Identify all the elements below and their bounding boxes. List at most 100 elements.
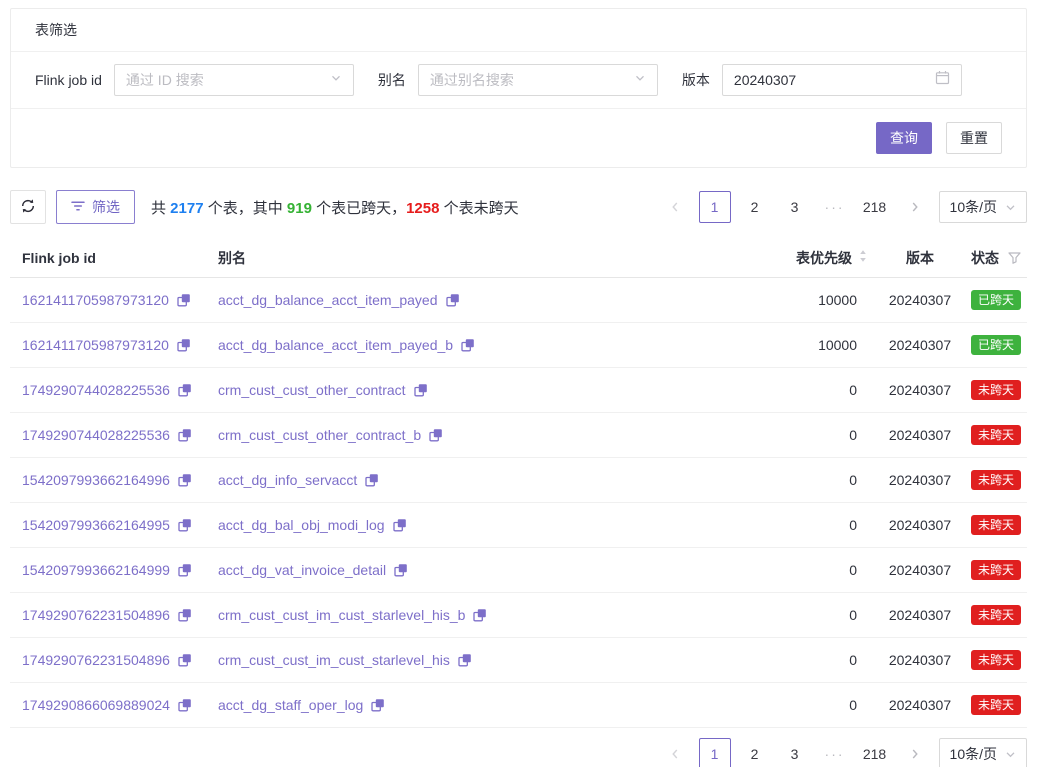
status-header-label: 状态 <box>971 248 999 268</box>
page-button-3[interactable]: 3 <box>779 191 811 223</box>
query-button[interactable]: 查询 <box>876 122 932 154</box>
alias-label: 别名 <box>378 70 406 90</box>
status-badge: 未跨天 <box>971 425 1021 445</box>
flink-job-id-link[interactable]: 1749290744028225536 <box>22 427 170 443</box>
copy-icon[interactable] <box>178 428 192 442</box>
copy-icon[interactable] <box>394 563 408 577</box>
flink-job-id-link[interactable]: 1621411705987973120 <box>22 292 169 308</box>
flink-job-id-label: Flink job id <box>35 72 102 88</box>
sorter-icon[interactable] <box>858 249 868 266</box>
alias-link[interactable]: crm_cust_cust_im_cust_starlevel_his_b <box>218 607 465 623</box>
copy-icon[interactable] <box>178 653 192 667</box>
flink-job-id-link[interactable]: 1749290744028225536 <box>22 382 170 398</box>
version-value: 20240307 <box>875 517 965 533</box>
version-value: 20240307 <box>875 697 965 713</box>
copy-icon[interactable] <box>371 698 385 712</box>
copy-icon[interactable] <box>414 383 428 397</box>
flink-job-id-link[interactable]: 1621411705987973120 <box>22 337 169 353</box>
page-button-218[interactable]: 218 <box>859 738 891 767</box>
next-page-button[interactable] <box>899 191 931 223</box>
flink-job-id-link[interactable]: 1542097993662164995 <box>22 517 170 533</box>
status-badge: 已跨天 <box>971 335 1021 355</box>
priority-value: 10000 <box>705 292 875 308</box>
flink-job-id-link[interactable]: 1542097993662164999 <box>22 562 170 578</box>
copy-icon[interactable] <box>177 338 191 352</box>
chevron-down-icon <box>634 71 646 89</box>
page-size-value: 10条/页 <box>950 197 997 217</box>
filter-toggle-button[interactable]: 筛选 <box>56 190 135 224</box>
table-row: 1749290744028225536 crm_cust_cust_other_… <box>10 413 1027 458</box>
status-badge: 未跨天 <box>971 695 1021 715</box>
column-header-version: 版本 <box>875 248 965 268</box>
table-row: 1542097993662164999 acct_dg_vat_invoice_… <box>10 548 1027 593</box>
status-badge: 未跨天 <box>971 515 1021 535</box>
copy-icon[interactable] <box>178 608 192 622</box>
copy-icon[interactable] <box>461 338 475 352</box>
copy-icon[interactable] <box>178 518 192 532</box>
page-button-1[interactable]: 1 <box>699 191 731 223</box>
alias-link[interactable]: acct_dg_balance_acct_item_payed <box>218 292 438 308</box>
copy-icon[interactable] <box>446 293 460 307</box>
version-date-input[interactable]: 20240307 <box>722 64 962 96</box>
copy-icon[interactable] <box>429 428 443 442</box>
prev-page-button[interactable] <box>659 738 691 767</box>
priority-value: 0 <box>705 562 875 578</box>
priority-value: 0 <box>705 517 875 533</box>
next-page-button[interactable] <box>899 738 931 767</box>
toolbar: 筛选 共 2177 个表，其中 919 个表已跨天，1258 个表未跨天 123… <box>10 190 1027 224</box>
copy-icon[interactable] <box>458 653 472 667</box>
page-button-218[interactable]: 218 <box>859 191 891 223</box>
copy-icon[interactable] <box>177 293 191 307</box>
summary-suffix: 个表未跨天 <box>439 200 518 217</box>
copy-icon[interactable] <box>178 698 192 712</box>
page-button-2[interactable]: 2 <box>739 191 771 223</box>
pagination-bottom: 123···21810条/页 <box>659 738 1027 767</box>
alias-link[interactable]: acct_dg_balance_acct_item_payed_b <box>218 337 453 353</box>
column-header-alias: 别名 <box>218 248 705 268</box>
copy-icon[interactable] <box>178 563 192 577</box>
page-button-1[interactable]: 1 <box>699 738 731 767</box>
reset-button[interactable]: 重置 <box>946 122 1002 154</box>
alias-link[interactable]: crm_cust_cust_other_contract <box>218 382 406 398</box>
funnel-icon[interactable] <box>1008 252 1021 264</box>
copy-icon[interactable] <box>393 518 407 532</box>
column-header-status: 状态 <box>965 248 1027 268</box>
version-date-value: 20240307 <box>734 72 935 88</box>
priority-value: 0 <box>705 382 875 398</box>
copy-icon[interactable] <box>178 383 192 397</box>
alias-link[interactable]: acct_dg_info_servacct <box>218 472 357 488</box>
page-button-3[interactable]: 3 <box>779 738 811 767</box>
alias-select[interactable]: 通过别名搜索 <box>418 64 658 96</box>
table-row: 1542097993662164995 acct_dg_bal_obj_modi… <box>10 503 1027 548</box>
page-size-select[interactable]: 10条/页 <box>939 738 1027 767</box>
total-count: 2177 <box>170 200 203 217</box>
chevron-down-icon <box>330 71 342 89</box>
page-button-2[interactable]: 2 <box>739 738 771 767</box>
version-value: 20240307 <box>875 562 965 578</box>
table-row: 1542097993662164996 acct_dg_info_servacc… <box>10 458 1027 503</box>
page-size-select[interactable]: 10条/页 <box>939 191 1027 223</box>
flink-job-id-link[interactable]: 1749290762231504896 <box>22 607 170 623</box>
status-badge: 未跨天 <box>971 650 1021 670</box>
copy-icon[interactable] <box>365 473 379 487</box>
version-value: 20240307 <box>875 337 965 353</box>
copy-icon[interactable] <box>178 473 192 487</box>
flink-job-id-link[interactable]: 1542097993662164996 <box>22 472 170 488</box>
refresh-button[interactable] <box>10 190 46 224</box>
copy-icon[interactable] <box>473 608 487 622</box>
flink-job-id-link[interactable]: 1749290762231504896 <box>22 652 170 668</box>
alias-link[interactable]: acct_dg_bal_obj_modi_log <box>218 517 385 533</box>
version-value: 20240307 <box>875 427 965 443</box>
table-header: Flink job id 别名 表优先级 版本 状态 <box>10 238 1027 278</box>
not-crossed-count: 1258 <box>406 200 439 217</box>
prev-page-button[interactable] <box>659 191 691 223</box>
column-header-priority[interactable]: 表优先级 <box>705 248 875 268</box>
filter-card-title: 表筛选 <box>11 9 1026 52</box>
flink-job-id-link[interactable]: 1749290866069889024 <box>22 697 170 713</box>
status-badge: 未跨天 <box>971 380 1021 400</box>
alias-link[interactable]: acct_dg_staff_oper_log <box>218 697 363 713</box>
alias-link[interactable]: crm_cust_cust_im_cust_starlevel_his <box>218 652 450 668</box>
alias-link[interactable]: crm_cust_cust_other_contract_b <box>218 427 421 443</box>
flink-job-id-select[interactable]: 通过 ID 搜索 <box>114 64 354 96</box>
alias-link[interactable]: acct_dg_vat_invoice_detail <box>218 562 386 578</box>
